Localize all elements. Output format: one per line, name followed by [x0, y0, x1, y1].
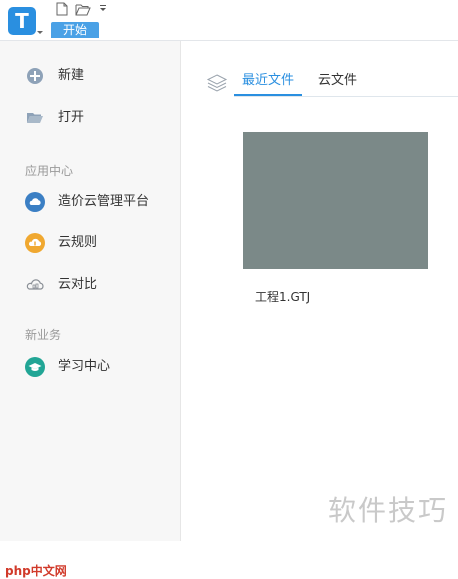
graduation-cap-icon — [25, 357, 45, 377]
folder-icon — [27, 113, 43, 123]
sidebar-item-cloud-rules[interactable]: 云规则 — [0, 228, 180, 258]
recent-file-name[interactable]: 工程1.GTJ — [255, 288, 310, 305]
sidebar-item-cloud-compare[interactable]: 云对比 — [0, 270, 180, 300]
add-icon — [27, 68, 43, 84]
sidebar-item-label: 造价云管理平台 — [58, 194, 150, 209]
open-folder-icon[interactable] — [75, 3, 91, 16]
php-watermark: php中文网 — [5, 564, 67, 578]
sidebar-item-label: 学习中心 — [58, 359, 111, 374]
sidebar-item-learning-center[interactable]: 学习中心 — [0, 352, 180, 382]
app-menu-caret-icon[interactable] — [37, 31, 43, 34]
section-title-new-business: 新业务 — [25, 328, 62, 342]
sidebar-item-label: 云对比 — [58, 277, 98, 292]
tab-recent-files[interactable]: 最近文件 — [242, 71, 294, 95]
tab-cloud-files[interactable]: 云文件 — [318, 71, 357, 95]
cloud-rules-icon — [25, 233, 45, 253]
recent-file-thumbnail[interactable] — [243, 132, 428, 269]
sidebar-item-label: 云规则 — [58, 235, 98, 250]
app-logo[interactable]: T — [8, 7, 36, 35]
sidebar-item-open[interactable]: 打开 — [0, 103, 180, 133]
main-content: 最近文件 云文件 工程1.GTJ — [181, 41, 458, 541]
sidebar-item-new[interactable]: 新建 — [0, 61, 180, 91]
section-title-app-center: 应用中心 — [25, 164, 74, 178]
cloud-compare-icon — [26, 279, 44, 290]
sidebar-item-label: 打开 — [58, 110, 85, 125]
tab-divider — [234, 96, 458, 97]
top-bar: T 开始 — [0, 0, 458, 41]
site-watermark: 软件技巧 — [328, 494, 449, 527]
new-file-icon[interactable] — [56, 2, 68, 16]
ribbon-tab-start[interactable]: 开始 — [51, 22, 99, 38]
sidebar: 新建 打开 应用中心 造价云管理平台 云规则 云对比 新业务 学习中心 php中… — [0, 41, 181, 578]
sidebar-item-label: 新建 — [58, 68, 85, 83]
sidebar-item-cost-cloud[interactable]: 造价云管理平台 — [0, 187, 180, 217]
quick-access-more-icon[interactable] — [99, 4, 107, 12]
layers-icon — [206, 74, 228, 92]
cloud-icon — [25, 192, 45, 212]
